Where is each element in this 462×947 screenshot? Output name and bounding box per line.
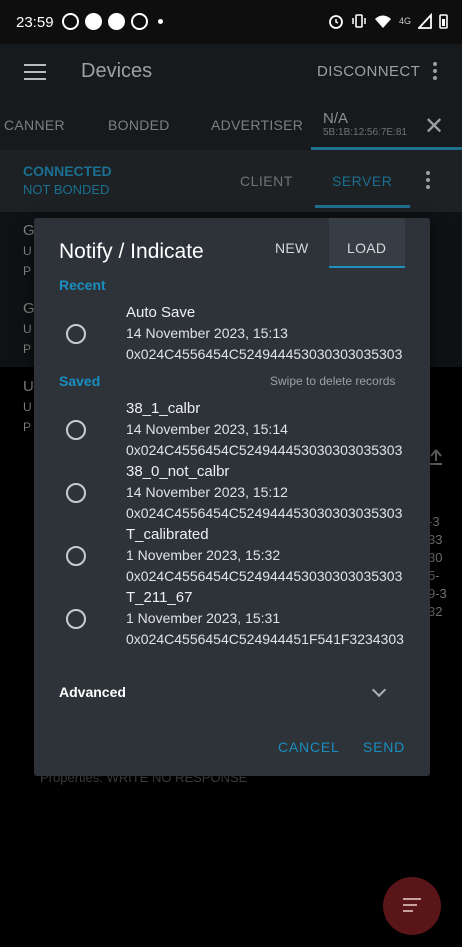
swipe-hint: Swipe to delete records <box>270 374 396 388</box>
network-type: 4G <box>398 16 411 26</box>
alarm-icon <box>329 15 343 29</box>
record-value: 0x024C4556454C524944453030303035303 <box>126 346 403 362</box>
record-radio[interactable] <box>66 420 86 440</box>
send-fab-button[interactable] <box>383 877 441 935</box>
record-name: T_calibrated <box>126 526 209 543</box>
send-button[interactable]: SEND <box>363 739 405 755</box>
connection-status: CONNECTED <box>23 163 112 179</box>
tab-load-label: LOAD <box>347 240 387 256</box>
tab-indicator <box>329 266 405 268</box>
vibrate-icon <box>352 14 366 28</box>
record-radio[interactable] <box>66 483 86 503</box>
server-overflow-icon[interactable] <box>426 171 430 189</box>
playlist-icon <box>403 898 421 914</box>
bg-text: G <box>23 300 35 317</box>
connection-bar: CONNECTED NOT BONDED CLIENT SERVER <box>0 150 462 212</box>
notification-icons <box>62 13 163 30</box>
more-notifications-icon <box>158 19 163 24</box>
bg-text: P <box>23 342 32 356</box>
battery-icon <box>439 14 448 29</box>
record-item[interactable]: T_calibrated 1 November 2023, 15:32 0x02… <box>34 526 430 588</box>
record-item[interactable]: T_211_67 1 November 2023, 15:31 0x024C45… <box>34 589 430 651</box>
app-notification-icon <box>131 13 148 30</box>
record-item[interactable]: 38_0_not_calbr 14 November 2023, 15:12 0… <box>34 463 430 525</box>
bg-text: U <box>23 244 32 258</box>
bg-text: P <box>23 420 32 434</box>
bg-text: 33 <box>428 532 443 547</box>
record-value: 0x024C4556454C524944453030303035303 <box>126 442 403 458</box>
bg-text: G <box>23 222 35 239</box>
advanced-toggle[interactable]: Advanced <box>59 684 126 700</box>
wifi-icon <box>374 15 391 28</box>
tab-indicator <box>315 205 410 208</box>
system-icons: 4G <box>328 13 448 29</box>
tab-load[interactable]: LOAD <box>329 218 405 268</box>
telegram-icon <box>85 13 102 30</box>
bg-text: U <box>23 322 32 336</box>
dialog-title: Notify / Indicate <box>59 240 204 263</box>
menu-icon[interactable] <box>24 64 46 80</box>
record-item[interactable]: Auto Save 14 November 2023, 15:13 0x024C… <box>34 304 430 366</box>
tab-new[interactable]: NEW <box>275 240 309 256</box>
record-date: 14 November 2023, 15:12 <box>126 484 288 500</box>
record-date: 14 November 2023, 15:13 <box>126 325 288 341</box>
bg-text: U <box>23 400 32 414</box>
bond-status: NOT BONDED <box>23 182 110 197</box>
record-radio[interactable] <box>66 324 86 344</box>
bg-text: P <box>23 264 32 278</box>
record-date: 1 November 2023, 15:31 <box>126 610 281 626</box>
chevron-down-icon[interactable] <box>371 682 387 698</box>
record-name: Auto Save <box>126 304 196 321</box>
telegram-icon <box>108 13 125 30</box>
status-bar: 23:59 4G <box>0 0 462 44</box>
disconnect-button[interactable]: DISCONNECT <box>317 63 420 80</box>
record-item[interactable]: 38_1_calbr 14 November 2023, 15:14 0x024… <box>34 400 430 462</box>
tab-device-name[interactable]: N/A <box>323 110 348 127</box>
record-date: 14 November 2023, 15:14 <box>126 421 288 437</box>
bg-text: 32 <box>428 604 443 619</box>
status-time: 23:59 <box>16 14 54 31</box>
tab-scanner[interactable]: CANNER <box>4 117 65 133</box>
bg-text: 9-3 <box>428 586 447 601</box>
record-name: 38_0_not_calbr <box>126 463 230 480</box>
notify-indicate-dialog: Notify / Indicate NEW LOAD Recent Auto S… <box>34 218 430 776</box>
tab-server[interactable]: SERVER <box>332 173 392 189</box>
bg-text: 30 <box>428 550 443 565</box>
bg-text: U <box>23 378 34 395</box>
tab-bonded[interactable]: BONDED <box>108 117 170 133</box>
record-radio[interactable] <box>66 609 86 629</box>
record-date: 1 November 2023, 15:32 <box>126 547 281 563</box>
record-value: 0x024C4556454C524944453030303035303 <box>126 505 403 521</box>
viber-icon <box>62 13 79 30</box>
tab-device-mac: 5B:1B:12:56:7E:81 <box>323 127 407 138</box>
upload-icon <box>430 449 442 465</box>
record-radio[interactable] <box>66 546 86 566</box>
recent-section-label: Recent <box>59 277 106 293</box>
record-name: T_211_67 <box>126 589 193 606</box>
device-tabs: CANNER BONDED ADVERTISER N/A 5B:1B:12:56… <box>0 100 462 150</box>
overflow-menu-icon[interactable] <box>433 62 437 80</box>
cancel-button[interactable]: CANCEL <box>278 739 340 755</box>
tab-advertiser[interactable]: ADVERTISER <box>211 117 303 133</box>
app-title: Devices <box>81 60 153 82</box>
saved-section-label: Saved <box>59 373 101 389</box>
record-value: 0x024C4556454C524944453030303035303 <box>126 568 403 584</box>
record-value: 0x024C4556454C524944451F541F3234303 <box>126 631 404 647</box>
record-name: 38_1_calbr <box>126 400 201 417</box>
close-icon[interactable]: ✕ <box>424 112 444 141</box>
tab-client[interactable]: CLIENT <box>240 173 293 189</box>
signal-icon <box>418 13 432 29</box>
app-bar: Devices DISCONNECT <box>0 44 462 100</box>
